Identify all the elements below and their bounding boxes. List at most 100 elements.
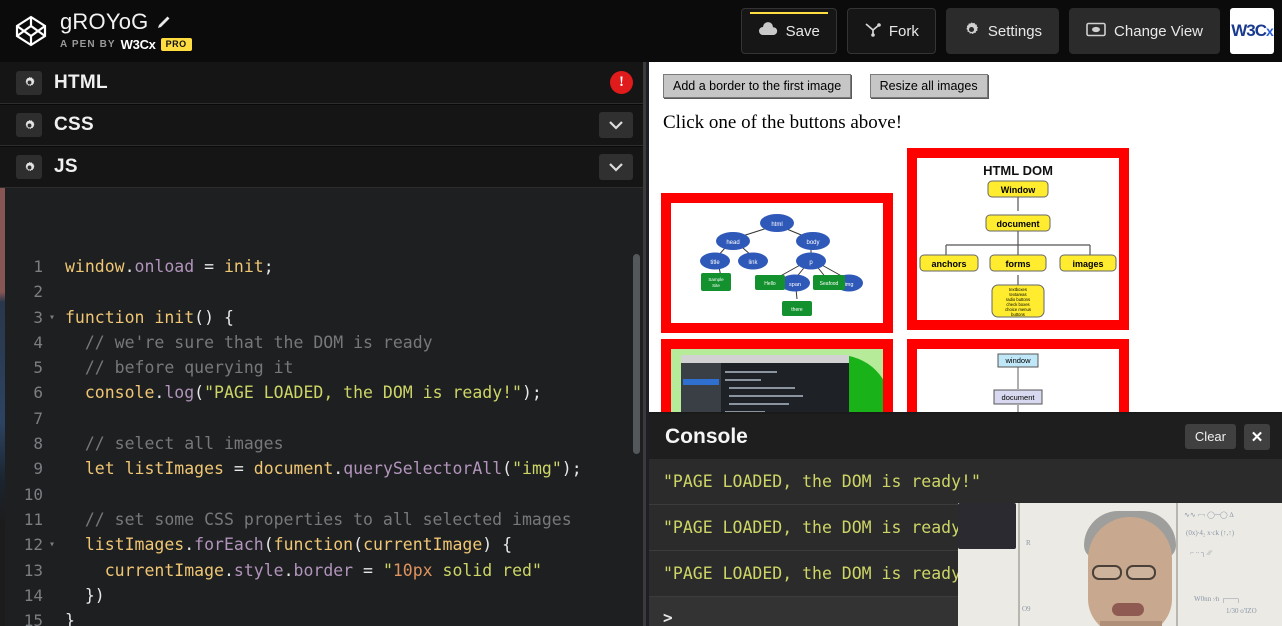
preview-image-grid: html head body title link p span img Sam… [649,148,1282,439]
preview-buttons: Add a border to the first image Resize a… [649,62,1282,102]
line-number: 14 [23,585,43,605]
codepen-editor-window: gROYoG A PEN BY W3Cx PRO Save Fork Setti… [0,0,1282,626]
w3cx-logo-main: W3C [1231,21,1267,40]
svg-text:document: document [1002,393,1036,402]
top-header-bar: gROYoG A PEN BY W3Cx PRO Save Fork Setti… [0,0,1282,62]
page-title[interactable]: gROYoG [60,10,148,33]
code-line[interactable]: 4 // we're sure that the DOM is ready [5,330,643,355]
pen-meta: gROYoG A PEN BY W3Cx PRO [60,10,192,52]
chevron-down-icon-css[interactable] [599,112,633,138]
save-button[interactable]: Save [740,8,837,54]
line-number: 13 [23,560,43,580]
pane-header-js[interactable]: JS [0,146,643,188]
line-number: 11 [23,509,43,529]
code-line-text: function init() { [65,307,234,327]
pane-right-html: ! [610,71,633,94]
w3cx-logo-sub: x [1265,23,1274,39]
code-line[interactable]: 13 currentImage.style.border = "10px sol… [5,558,643,583]
change-view-button[interactable]: Change View [1069,8,1220,54]
pane-header-html[interactable]: HTML ! [0,62,643,104]
html-settings-gear-icon[interactable] [16,70,42,95]
svg-text:Window: Window [1001,185,1036,195]
code-line-text: // set some CSS properties to all select… [84,509,572,529]
line-number: 9 [33,459,43,479]
preview-instruction-text: Click one of the buttons above! [663,112,903,133]
console-actions: Clear ✕ [1184,423,1270,450]
fork-button[interactable]: Fork [846,8,936,54]
code-line[interactable]: 2 [5,279,643,304]
code-scroller[interactable]: 1 window.onload = init; 2 3 ▾ function init()… [5,250,643,626]
line-number: 6 [33,383,43,403]
svg-text:html: html [771,222,782,228]
code-line[interactable]: 10 [5,482,643,507]
byline-prefix: A PEN BY [60,38,116,50]
pane-right-js [599,154,633,180]
code-line-text: let listImages = document.querySelectorA… [84,459,582,479]
pen-byline: A PEN BY W3Cx PRO [60,37,192,52]
code-line[interactable]: 15} [5,608,643,626]
change-view-button-label: Change View [1114,22,1203,40]
dom-tree-svg: html head body title link p span img Sam… [700,214,863,316]
code-line[interactable]: 8 // select all images [5,431,643,456]
code-line[interactable]: 5 // before querying it [5,355,643,380]
svg-text:anchors: anchors [931,259,966,269]
js-code-editor[interactable]: 1 window.onload = init; 2 3 ▾ function init()… [5,250,643,626]
pane-label-js: JS [54,156,78,177]
svg-text:Hello: Hello [764,281,776,287]
code-line[interactable]: 14 }) [5,583,643,608]
w3cx-brand-logo[interactable]: W3C x [1230,8,1274,54]
dom-tree-diagram-image[interactable]: html head body title link p span img Sam… [661,193,893,333]
whiteboard-scribble-4: W0nn ∙∕n ┌──┐ [1194,595,1241,603]
code-line[interactable]: 1 window.onload = init; [5,254,643,279]
codepen-logo-icon[interactable] [14,14,48,48]
code-scrollbar[interactable] [633,254,640,454]
fork-button-label: Fork [888,22,919,40]
line-number: 8 [33,434,43,454]
error-badge-icon[interactable]: ! [610,71,633,94]
console-header: Console Clear ✕ [649,414,1282,459]
presenter-neck [1100,621,1162,626]
js-settings-gear-icon[interactable] [16,155,42,179]
code-line[interactable]: 9 let listImages = document.querySelecto… [5,456,643,481]
svg-text:there: there [791,307,803,313]
svg-text:images: images [1072,259,1103,269]
fold-arrow-icon[interactable]: ▾ [45,305,59,330]
svg-text:buttons: buttons [1011,312,1025,317]
settings-button[interactable]: Settings [945,8,1060,54]
header-actions: Save Fork Settings Change View W3C x [740,8,1282,54]
svg-text:Site: Site [712,283,720,288]
close-icon[interactable]: ✕ [1244,423,1270,450]
header-left-group: gROYoG A PEN BY W3Cx PRO [0,10,741,52]
line-number: 12 [23,535,43,555]
html-dom-diagram-image[interactable]: HTML DOM Window document anchors forms i… [907,148,1129,330]
code-line-text: // select all images [84,434,284,454]
editor-column: HTML ! CSS JS 1 window.onload = init; 2 … [0,62,646,626]
svg-text:forms: forms [1005,259,1030,269]
whiteboard-edge-line [1018,503,1020,626]
line-number: 7 [33,408,43,428]
pencil-icon[interactable] [156,15,171,30]
pro-badge: PRO [160,37,192,51]
add-border-button[interactable]: Add a border to the first image [663,74,852,98]
pane-header-css[interactable]: CSS [0,104,643,146]
chevron-down-icon-js[interactable] [599,154,633,180]
resize-images-button[interactable]: Resize all images [869,74,988,98]
whiteboard-scribble-3: ⌐ ∙∙ ┐ ∕∕∕ [1190,549,1212,557]
code-line[interactable]: 12 ▾ listImages.forEach(function(currentI… [5,532,643,557]
line-number: 3 [33,307,43,327]
console-clear-button[interactable]: Clear [1184,424,1236,449]
code-line-text: }) [84,585,105,605]
code-line[interactable]: 7 [5,406,643,431]
code-line[interactable]: 11 // set some CSS properties to all sel… [5,507,643,532]
presenter-glasses-right [1126,565,1156,580]
fold-arrow-icon[interactable]: ▾ [45,532,59,557]
code-line-text: currentImage.style.border = "10px solid … [104,560,542,580]
code-line[interactable]: 6 console.log("PAGE LOADED, the DOM is r… [5,380,643,405]
line-number: 15 [23,611,43,626]
gear-icon [963,21,980,42]
code-line-text: // we're sure that the DOM is ready [84,332,433,352]
css-settings-gear-icon[interactable] [16,113,42,137]
whiteboard-scribble-5: 1/30 o'IZO [1226,607,1257,615]
byline-author[interactable]: W3Cx [121,37,156,52]
code-line[interactable]: 3 ▾ function init() { [5,305,643,330]
